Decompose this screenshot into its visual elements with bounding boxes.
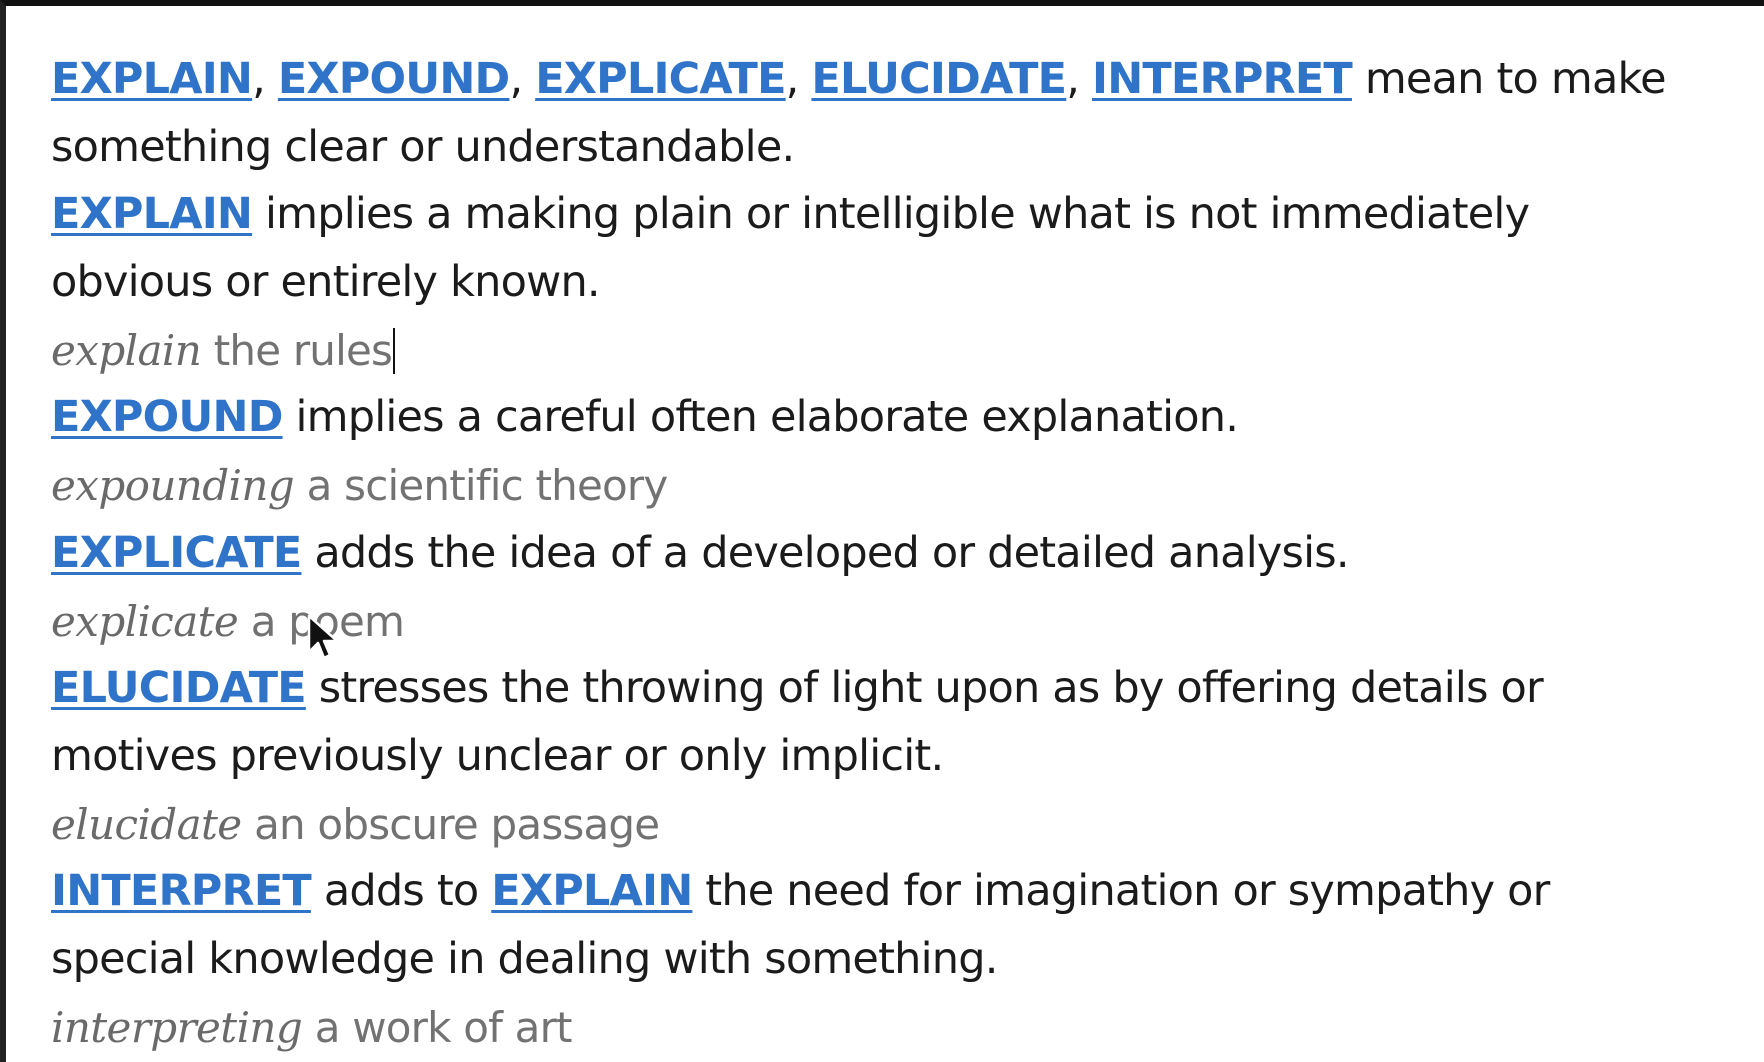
link-explicate[interactable]: EXPLICATE bbox=[535, 54, 786, 104]
link-expound-heading[interactable]: EXPOUND bbox=[51, 392, 283, 442]
link-elucidate-heading[interactable]: ELUCIDATE bbox=[51, 663, 307, 713]
text-caret bbox=[393, 327, 396, 374]
link-interpret[interactable]: INTERPRET bbox=[1092, 54, 1353, 104]
intro-line-1: EXPLAIN, EXPOUND, EXPLICATE, ELUCIDATE, … bbox=[51, 46, 1751, 114]
interpret-definition-line-1: INTERPRET adds to EXPLAIN the need for i… bbox=[51, 858, 1751, 926]
interpret-definition-line-2: special knowledge in dealing with someth… bbox=[51, 926, 1751, 994]
interpret-example-text: a work of art bbox=[314, 1002, 573, 1052]
explicate-example-word: explicate bbox=[51, 596, 239, 646]
elucidate-definition-line-2: motives previously unclear or only impli… bbox=[51, 723, 1751, 791]
explain-definition-continued: obvious or entirely known. bbox=[51, 257, 601, 308]
interpret-example-word: interpreting bbox=[51, 1002, 303, 1052]
explicate-definition: EXPLICATE adds the idea of a developed o… bbox=[51, 520, 1751, 588]
explain-example-text: the rules bbox=[213, 325, 393, 375]
intro-text: mean to make bbox=[1364, 54, 1667, 104]
elucidate-definition-line-1: ELUCIDATE stresses the throwing of light… bbox=[51, 655, 1751, 723]
link-expound[interactable]: EXPOUND bbox=[278, 54, 510, 104]
elucidate-example-text: an obscure passage bbox=[254, 799, 660, 849]
explicate-example-text: a poem bbox=[250, 596, 405, 646]
elucidate-example: elucidate an obscure passage bbox=[51, 791, 1751, 859]
expound-example-text: a scientific theory bbox=[306, 461, 669, 511]
separator: , bbox=[1066, 54, 1080, 104]
link-explain-reference[interactable]: EXPLAIN bbox=[491, 866, 693, 916]
explain-definition-line-2: obvious or entirely known. bbox=[51, 249, 1751, 317]
explain-definition-line-1: EXPLAIN implies a making plain or intell… bbox=[51, 181, 1751, 249]
interpret-example: interpreting a work of art bbox=[51, 994, 1751, 1062]
link-interpret-heading[interactable]: INTERPRET bbox=[51, 866, 312, 916]
elucidate-definition: stresses the throwing of light upon as b… bbox=[318, 663, 1544, 714]
elucidate-example-word: elucidate bbox=[51, 799, 242, 849]
explicate-example: explicate a poem bbox=[51, 588, 1751, 656]
expound-example: expounding a scientific theory bbox=[51, 452, 1751, 520]
elucidate-definition-continued: motives previously unclear or only impli… bbox=[51, 730, 944, 781]
separator: , bbox=[785, 54, 800, 104]
separator: , bbox=[252, 54, 266, 104]
intro-line-2: something clear or understandable. bbox=[51, 114, 1751, 182]
expound-example-word: expounding bbox=[51, 461, 295, 511]
synonym-discussion: EXPLAIN, EXPOUND, EXPLICATE, ELUCIDATE, … bbox=[51, 46, 1751, 1061]
interpret-definition: the need for imagination or sympathy or bbox=[705, 866, 1550, 917]
intro-text-continued: something clear or understandable. bbox=[51, 121, 795, 172]
synonym-panel: EXPLAIN, EXPOUND, EXPLICATE, ELUCIDATE, … bbox=[0, 0, 1764, 1062]
separator: , bbox=[509, 54, 523, 104]
explicate-definition-text: adds the idea of a developed or detailed… bbox=[314, 527, 1349, 578]
link-explicate-heading[interactable]: EXPLICATE bbox=[51, 528, 302, 578]
link-explain[interactable]: EXPLAIN bbox=[51, 54, 253, 104]
interpret-definition-prefix: adds to bbox=[323, 866, 479, 917]
explain-example: explain the rules bbox=[51, 317, 1751, 385]
expound-definition-text: implies a careful often elaborate explan… bbox=[295, 392, 1239, 443]
expound-definition: EXPOUND implies a careful often elaborat… bbox=[51, 384, 1751, 452]
link-elucidate[interactable]: ELUCIDATE bbox=[811, 54, 1067, 104]
link-explain-heading[interactable]: EXPLAIN bbox=[51, 189, 253, 239]
explain-definition: implies a making plain or intelligible w… bbox=[264, 189, 1530, 240]
explain-example-word: explain bbox=[51, 325, 202, 375]
interpret-definition-continued: special knowledge in dealing with someth… bbox=[51, 933, 998, 984]
